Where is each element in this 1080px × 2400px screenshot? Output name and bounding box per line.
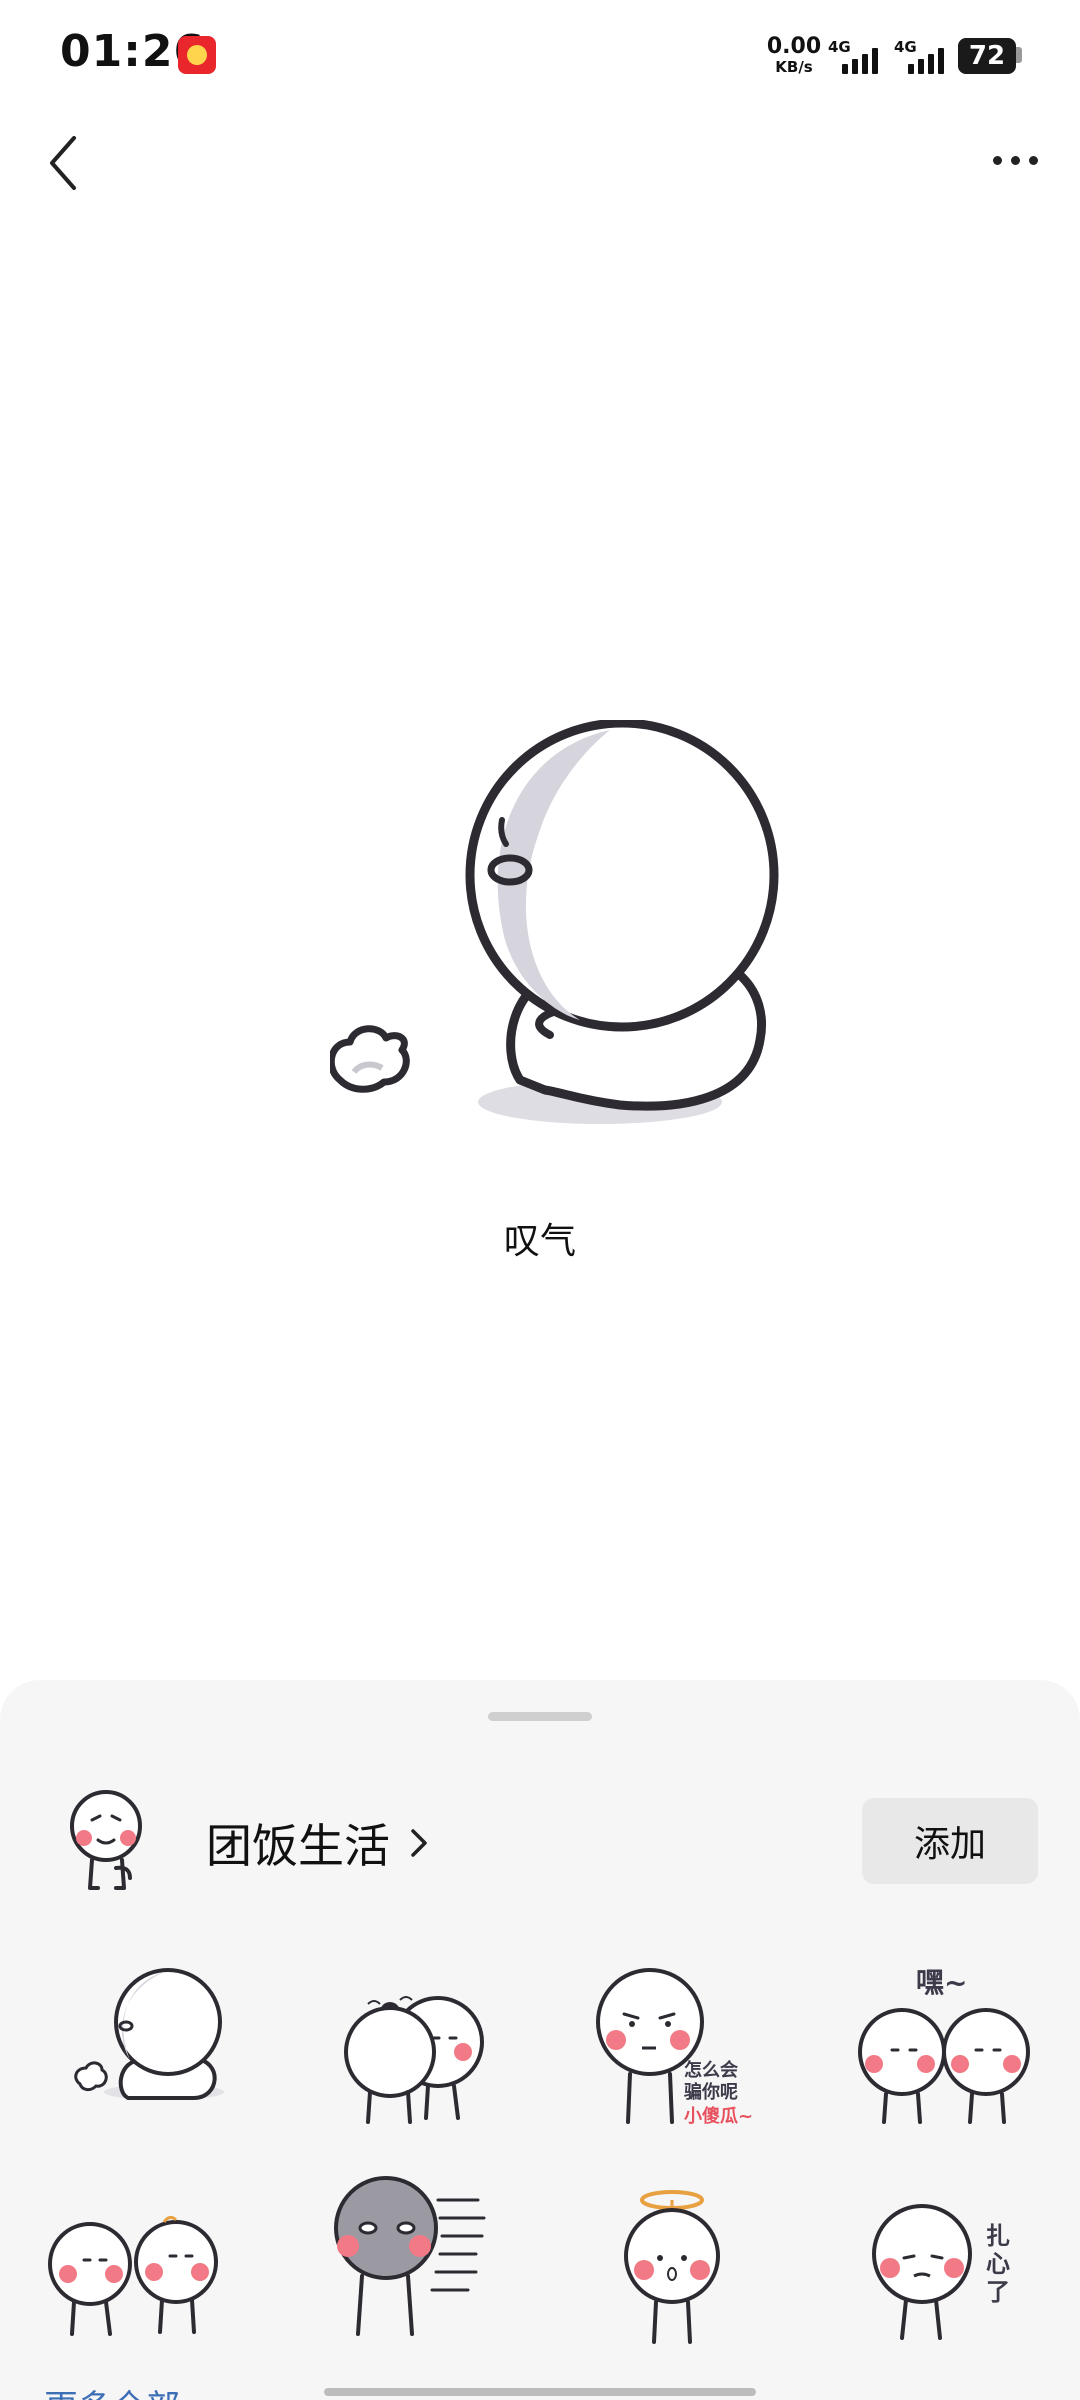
sticker-thumbnail[interactable]: 嘿~ xyxy=(836,1942,1056,2142)
add-sticker-pack-button[interactable]: 添加 xyxy=(862,1798,1038,1884)
sticker-text: 小傻瓜~ xyxy=(684,2105,753,2127)
chevron-left-icon xyxy=(50,136,76,190)
app-notification-icon xyxy=(178,36,216,74)
chevron-right-icon xyxy=(411,1829,427,1857)
battery-level: 72 xyxy=(968,41,1006,71)
sticker-pack-sheet: 团饭生活 添加 怎么会 骗你呢 小傻瓜~ 嘿~ 扎 心 了 xyxy=(0,1680,1080,2400)
more-dot-icon xyxy=(1010,155,1020,165)
signal-sim2-icon: 4G xyxy=(894,38,954,74)
sticker-thumbnail[interactable] xyxy=(44,2164,264,2364)
sticker-text: 嘿~ xyxy=(916,1966,967,1999)
more-dot-icon xyxy=(992,155,1002,165)
sticker-preview-image xyxy=(327,718,790,1140)
sticker-text: 了 xyxy=(986,2278,1010,2306)
signal-sim1-icon: 4G xyxy=(828,38,888,74)
battery-cap xyxy=(1016,47,1022,63)
view-all-link[interactable]: 更多全部 xyxy=(44,2380,180,2400)
sticker-text: 怎么会 xyxy=(684,2059,738,2081)
sticker-caption: 叹气 xyxy=(503,1221,576,1262)
pack-title-link[interactable]: 团饭生活 xyxy=(206,1810,430,1876)
back-button[interactable] xyxy=(40,128,90,198)
sticker-thumbnail[interactable]: 扎 心 了 xyxy=(836,2164,1056,2364)
pack-avatar xyxy=(64,1788,154,1904)
battery-icon: 72 xyxy=(958,38,1016,74)
sticker-text: 扎 xyxy=(986,2222,1010,2250)
status-bar: 01:26 0.00 KB/s 4G 4G 72 xyxy=(0,0,1080,110)
network-speed: 0.00 KB/s xyxy=(764,36,824,75)
sticker-thumbnail[interactable] xyxy=(44,1942,264,2142)
more-options-button[interactable] xyxy=(980,140,1050,180)
pack-name: 团饭生活 xyxy=(206,1819,390,1873)
home-indicator[interactable] xyxy=(324,2388,756,2396)
network-speed-value: 0.00 xyxy=(766,34,822,59)
sticker-text: 心 xyxy=(986,2250,1010,2278)
network-speed-unit: KB/s xyxy=(775,58,813,76)
sticker-thumbnail[interactable] xyxy=(572,2164,792,2364)
sticker-thumbnail[interactable]: 怎么会 骗你呢 小傻瓜~ xyxy=(572,1942,792,2142)
sheet-drag-handle[interactable] xyxy=(488,1712,592,1721)
sticker-thumbnail[interactable] xyxy=(308,1942,528,2142)
more-dot-icon xyxy=(1028,155,1038,165)
sticker-thumbnail[interactable] xyxy=(308,2164,528,2364)
sticker-text: 骗你呢 xyxy=(684,2081,738,2103)
